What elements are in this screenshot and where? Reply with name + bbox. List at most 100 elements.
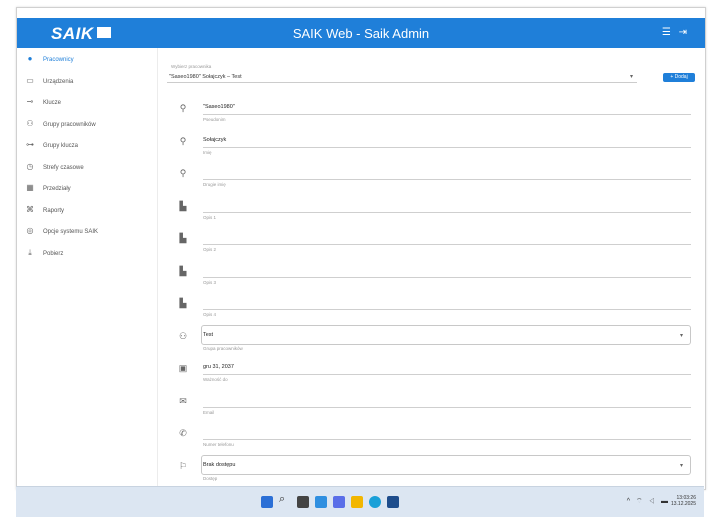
id-icon: ▙ [179,200,187,211]
chevron-down-icon: ▾ [629,74,633,80]
sidebar-item[interactable]: ⊶ Grupy klucza [23,140,153,154]
sidebar-item-label: Przedziały [43,186,71,192]
widgets-icon[interactable] [315,496,327,508]
field-label: Opis 3 [203,279,217,285]
app-window: SAIK SAIK Web - Saik Admin ☰ ⇥ ● Pracowni… [16,7,706,490]
key-icon: ⊸ [26,97,34,106]
download-icon: ⤓ [28,247,32,257]
people-icon: ● [27,54,33,63]
start-icon[interactable] [261,496,273,508]
field-label: Opis 2 [203,247,217,252]
select-box[interactable] [201,454,691,475]
field-label: Dostęp [203,475,218,481]
person-icon: ⚲ [179,168,187,178]
menu-icon[interactable]: ☰ [662,27,671,38]
sidebar-item-label: Klucze [43,100,62,106]
sidebar-item-label: Raporty [43,207,65,214]
sidebar-item[interactable]: ● Pracownicy [23,54,153,68]
id-icon: ▙ [179,298,187,308]
field-label: Grupa pracowników [203,345,243,351]
user-select[interactable]: "Saseo1980" Sołajczyk – Test ▾ [167,68,637,83]
report-icon: ⌘ [26,204,34,214]
field-label: Ważność do [203,377,228,382]
field-underline [203,406,691,408]
settings-icon: ◎ [26,226,34,235]
sidebar-item[interactable]: ◷ Strefy czasowe [23,162,153,176]
search-icon[interactable]: ⌕ [279,493,291,505]
sidebar-item[interactable]: ⚇ Grupy pracowników [23,119,153,133]
keys-group-icon: ⊶ [26,140,34,149]
form-field: ✆ Numer telefonu [177,425,691,457]
calendar-icon: ▣ [178,363,188,373]
clock-icon: ◷ [26,161,34,171]
clock[interactable]: 13:03:26 13.12.2025 [671,495,696,507]
form-field: ⚐ ▾ Brak dostępu Dostęp [177,454,691,490]
form-field: ⚲ Sołajczyk Imię [177,133,691,165]
field-label: Imię [203,149,212,155]
task-view-icon[interactable] [297,496,309,508]
chevron-down-icon: ▾ [679,332,683,339]
field-label: Numer telefonu [203,442,234,447]
person-icon: ⚲ [179,135,187,146]
field-label: Pseudonim [203,117,226,122]
sidebar-item-label: Urządzenia [43,78,74,85]
app-title: SAIK Web - Saik Admin [292,26,430,41]
sidebar-item[interactable]: ▭ Urządzenia [23,76,153,90]
field-underline [203,309,691,310]
mail-icon: ✉ [179,395,187,406]
field-underline [203,179,691,180]
system-tray[interactable]: ^ ⌔ ◁ ▬ [627,497,670,506]
grid-icon: ▦ [26,183,34,192]
browser-icon[interactable] [369,496,381,508]
field-underline [203,114,691,115]
field-value[interactable]: Sołajczyk [203,137,226,143]
sidebar-item-label: Pobierz [43,250,64,257]
field-underline [203,211,691,213]
main-content: Wybierz pracownika "Saseo1980" Sołajczyk… [167,48,697,489]
field-underline [203,374,691,375]
field-value[interactable]: Brak dostępu [203,462,235,468]
sidebar-item-label: Strefy czasowe [43,164,84,171]
form-field: ⚲ Drugie imię [177,165,691,197]
sidebar-item[interactable]: ⌘ Raporty [23,205,153,219]
field-label: Drugie imię [203,182,226,187]
add-button[interactable]: + Dodaj [663,73,695,82]
sidebar-item[interactable]: ▦ Przedziały [23,183,153,197]
file-explorer-icon[interactable] [351,496,363,508]
form-field: ▙ Opis 4 [177,295,691,327]
select-box[interactable] [201,324,691,345]
sidebar-item-label: Opcje systemu SAIK [43,229,99,235]
field-label: Opis 4 [203,312,217,317]
id-icon: ▙ [179,265,187,276]
field-underline [203,146,691,148]
sidebar-item[interactable]: ⊸ Klucze [23,97,153,111]
form-field: ▙ Opis 2 [177,230,691,262]
store-icon[interactable] [387,496,399,508]
phone-icon: ✆ [179,428,187,438]
person-icon: ⚲ [179,103,187,113]
chevron-down-icon: ▾ [679,462,683,469]
form-field: ▣ gru 31, 2037 Ważność do [177,360,691,392]
form-field: ▙ Opis 1 [177,198,691,230]
top-bar: SAIK SAIK Web - Saik Admin ☰ ⇥ [17,18,705,48]
field-underline [203,439,691,440]
group-icon: ⚇ [26,118,34,128]
sidebar-item[interactable]: ⤓ Pobierz [23,248,153,262]
field-value[interactable]: Test [203,332,213,338]
sidebar-item-label: Grupy klucza [43,143,79,149]
field-value[interactable]: gru 31, 2037 [203,364,234,370]
id-icon: ▙ [179,233,187,243]
sidebar-item-label: Pracownicy [43,57,74,63]
language-icon: ⚐ [178,460,188,471]
field-underline [203,244,691,245]
taskbar: ⌕ ^ ⌔ ◁ ▬ 13:03:26 13.12.2025 [16,486,704,517]
sidebar: ● Pracownicy ▭ Urządzenia ⊸ Klucze ⚇ Grupy prac… [17,48,158,489]
user-select-value: "Saseo1980" Sołajczyk – Test [169,74,242,80]
field-underline [203,276,691,278]
chat-icon[interactable] [333,496,345,508]
field-value[interactable]: "Saseo1980" [203,104,235,110]
sidebar-item[interactable]: ◎ Opcje systemu SAIK [23,226,153,240]
logout-icon[interactable]: ⇥ [679,27,687,38]
top-icons: ☰ ⇥ [657,27,687,38]
device-icon: ▭ [26,75,34,85]
